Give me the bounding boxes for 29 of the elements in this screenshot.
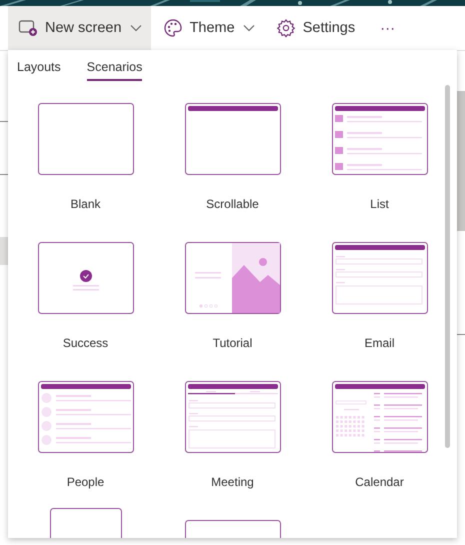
- layout-thumbnail[interactable]: [332, 103, 428, 175]
- layout-label: Tutorial: [212, 335, 252, 351]
- layout-thumbnail[interactable]: [38, 103, 134, 175]
- scrollbar[interactable]: [445, 85, 450, 448]
- layout-thumbnail[interactable]: [38, 381, 134, 453]
- scrollbar[interactable]: [457, 91, 465, 231]
- layout-thumbnail[interactable]: [332, 242, 428, 314]
- layout-thumbnail[interactable]: [184, 242, 280, 314]
- layout-label: People: [66, 474, 104, 490]
- layout-thumbnail[interactable]: [38, 242, 134, 314]
- layout-label: Scrollable: [206, 196, 259, 212]
- theme-button[interactable]: Theme: [152, 6, 264, 50]
- layout-label: Blank: [70, 196, 101, 212]
- new-screen-button[interactable]: New screen: [8, 6, 151, 50]
- settings-icon: [276, 18, 296, 38]
- tab[interactable]: Layouts: [17, 60, 61, 81]
- tab[interactable]: Scenarios: [86, 60, 142, 81]
- layout-label: Meeting: [211, 474, 254, 490]
- layout-thumbnail[interactable]: [184, 103, 280, 175]
- layout-thumbnail[interactable]: [184, 381, 280, 453]
- palette-icon: [162, 18, 183, 38]
- more-button[interactable]: ···: [370, 6, 406, 50]
- layout-thumbnail[interactable]: [332, 381, 428, 453]
- new-screen-icon: [18, 18, 38, 38]
- settings-button[interactable]: Settings: [266, 6, 364, 50]
- layout-label: Calendar: [355, 474, 404, 490]
- layout-label: List: [370, 196, 389, 212]
- layout-label: Email: [364, 335, 394, 351]
- layout-label: Success: [62, 335, 108, 351]
